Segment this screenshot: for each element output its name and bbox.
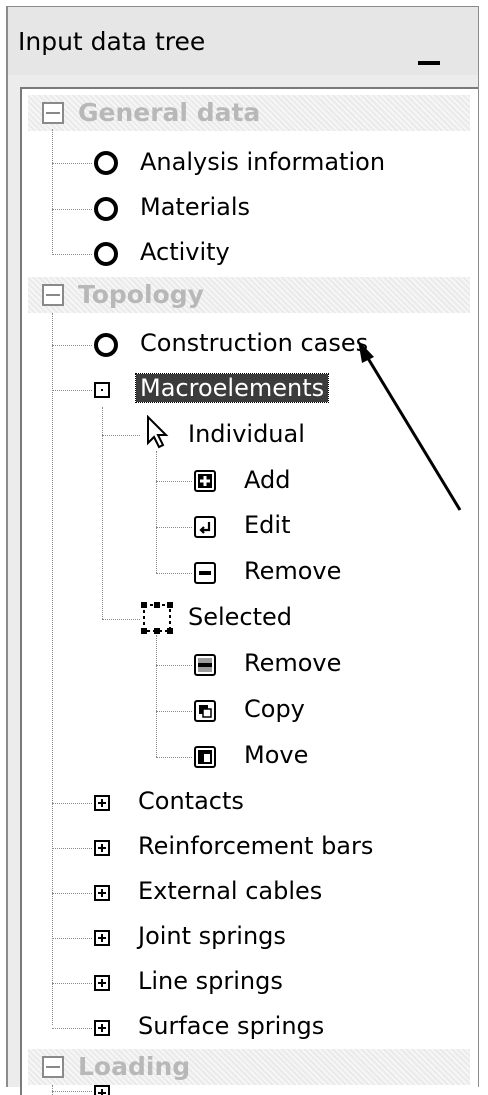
annotation-arrow [358, 340, 462, 511]
expand-toggle-loading-child[interactable] [94, 1085, 110, 1095]
